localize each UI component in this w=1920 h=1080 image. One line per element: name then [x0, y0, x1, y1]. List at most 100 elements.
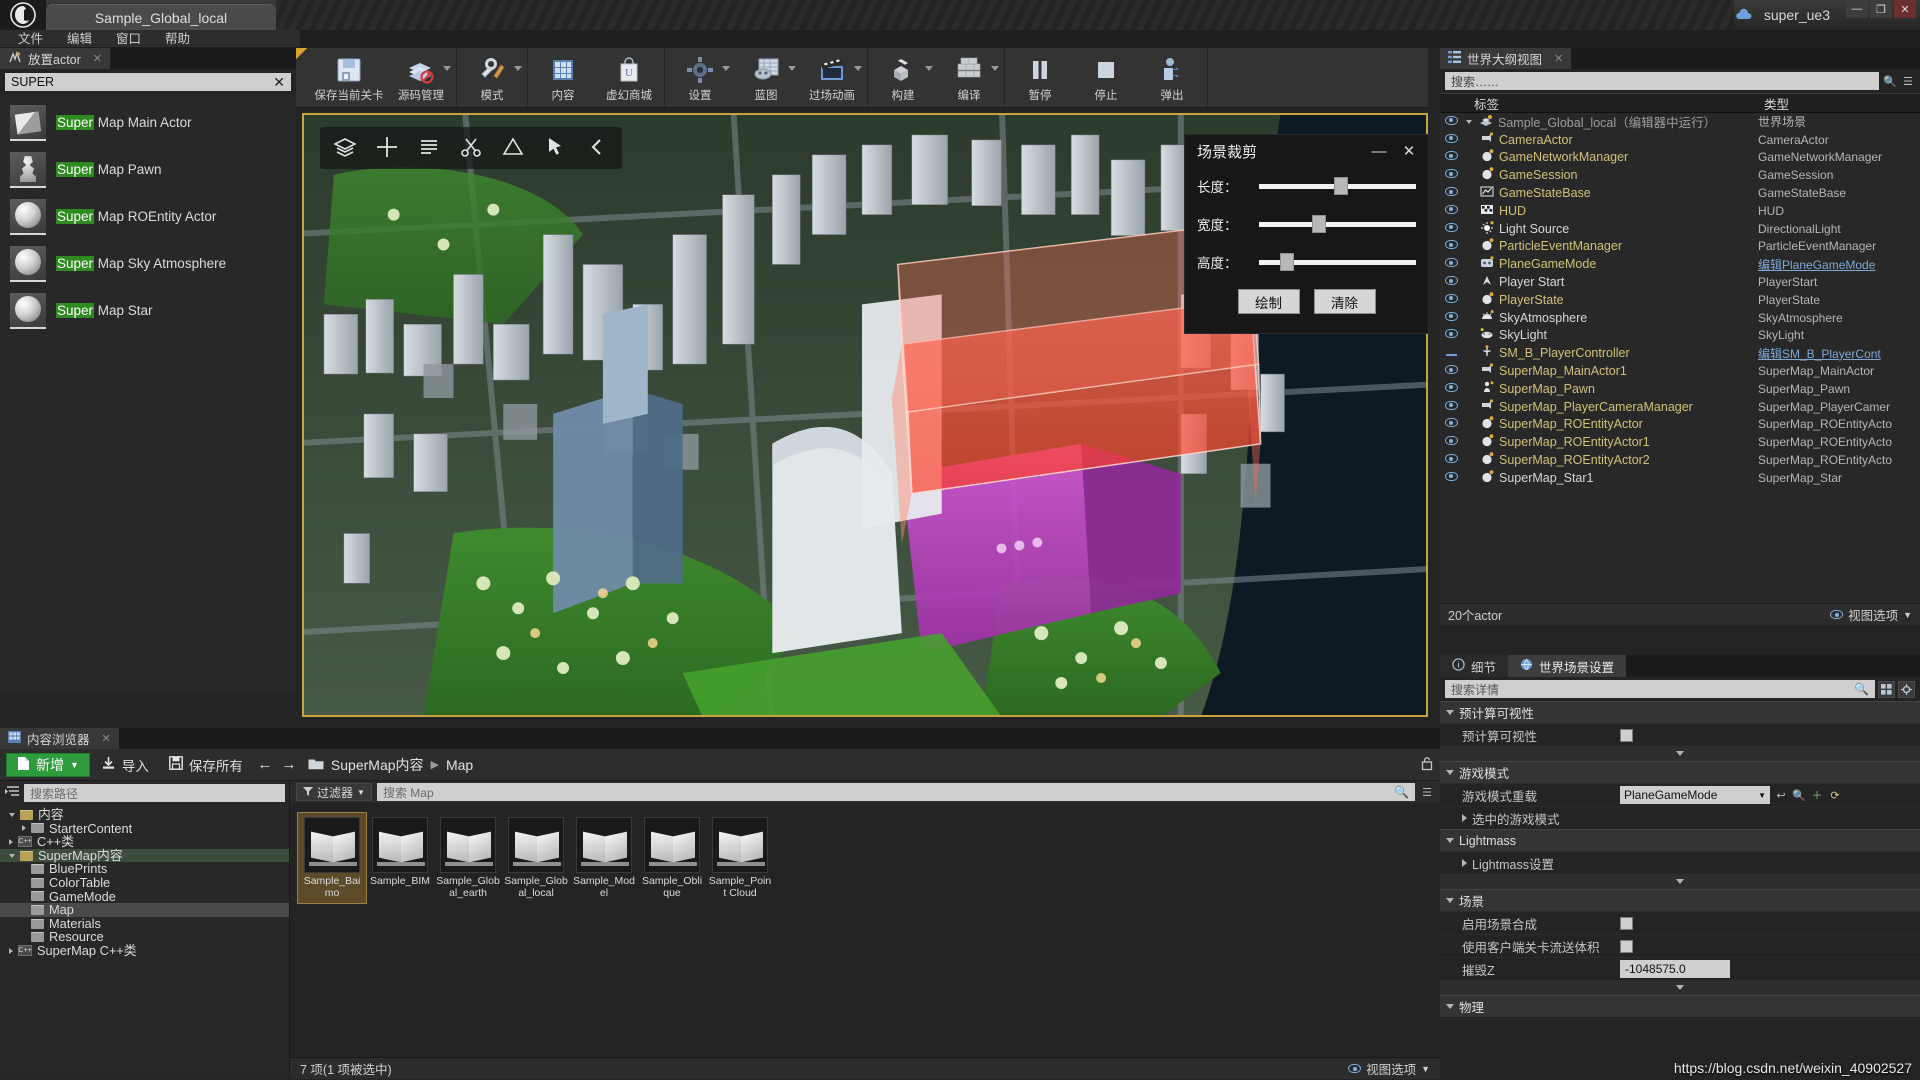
- details-tab-details[interactable]: i 细节: [1440, 655, 1509, 677]
- clip-slider-2[interactable]: [1259, 253, 1416, 271]
- visibility-toggle[interactable]: [1440, 222, 1462, 235]
- details-category-header[interactable]: 预计算可视性: [1440, 701, 1920, 723]
- toolbar-button-compile[interactable]: 编译: [936, 48, 1002, 107]
- search-icon[interactable]: 🔍: [1883, 74, 1897, 88]
- expander-icon[interactable]: [1446, 710, 1454, 715]
- expander-icon[interactable]: [1446, 898, 1454, 903]
- outliner-view-options-button[interactable]: 视图选项 ▼: [1830, 605, 1912, 624]
- section-expander[interactable]: [1440, 980, 1920, 995]
- minimize-button[interactable]: —: [1846, 0, 1868, 18]
- expander-icon[interactable]: [1466, 119, 1472, 124]
- outliner-row[interactable]: SkyAtmosphere SkyAtmosphere: [1440, 309, 1920, 327]
- place-actor-item[interactable]: Super Map Star: [0, 287, 296, 334]
- content-tree-item[interactable]: BluePrints: [0, 862, 289, 876]
- outliner-row[interactable]: SuperMap_ROEntityActor2 SuperMap_ROEntity…: [1440, 451, 1920, 469]
- visibility-eye-icon[interactable]: [1444, 204, 1458, 214]
- outliner-row[interactable]: SuperMap_ROEntityActor1 SuperMap_ROEntity…: [1440, 433, 1920, 451]
- asset-tile[interactable]: Sample_BIM: [366, 813, 434, 892]
- toolbar-button-eject[interactable]: 弹出: [1139, 48, 1205, 107]
- place-actor-item[interactable]: Super Map Pawn: [0, 146, 296, 193]
- visibility-eye-icon[interactable]: [1444, 293, 1458, 303]
- visibility-eye-icon[interactable]: [1444, 382, 1458, 392]
- place-actor-search-input[interactable]: SUPER ✕: [5, 73, 291, 91]
- expander-icon[interactable]: [22, 825, 26, 832]
- search-icon[interactable]: 🔍: [1854, 682, 1869, 696]
- outliner-row[interactable]: Sample_Global_local（编辑器中运行） 世界场景: [1440, 113, 1920, 131]
- content-tree[interactable]: 内容 StarterContent C++ C++类 SuperMap内容 BluePri…: [0, 805, 289, 958]
- visibility-eye-icon[interactable]: [1444, 471, 1458, 481]
- visibility-toggle[interactable]: [1440, 169, 1462, 181]
- visibility-eye-icon[interactable]: [1444, 276, 1458, 286]
- chevron-down-icon[interactable]: [991, 66, 999, 71]
- chevron-down-icon[interactable]: [722, 66, 730, 71]
- lock-icon[interactable]: [1420, 756, 1434, 774]
- details-category-header[interactable]: 场景: [1440, 889, 1920, 911]
- visibility-toggle[interactable]: [1440, 471, 1462, 484]
- search-icon[interactable]: 🔍: [1394, 785, 1409, 799]
- grid-view-icon[interactable]: [1878, 680, 1895, 698]
- outliner-row[interactable]: SuperMap_ROEntityActor SuperMap_ROEntityA…: [1440, 416, 1920, 434]
- add-new-button[interactable]: 新增 ▼: [6, 752, 90, 777]
- visibility-eye-icon[interactable]: [1444, 365, 1458, 375]
- content-tree-item[interactable]: Materials: [0, 917, 289, 931]
- visibility-eye-icon[interactable]: [1444, 454, 1458, 464]
- toolbar-button-save[interactable]: 保存当前关卡: [310, 48, 388, 107]
- outliner-row[interactable]: Light Source DirectionalLight: [1440, 220, 1920, 238]
- close-button[interactable]: ✕: [1894, 0, 1916, 18]
- outliner-row[interactable]: SuperMap_Star1 SuperMap_Star: [1440, 469, 1920, 487]
- visibility-toggle[interactable]: [1440, 293, 1462, 306]
- section-expander[interactable]: [1440, 746, 1920, 761]
- tab-content-browser[interactable]: 内容浏览器 ✕: [0, 728, 119, 749]
- path-search-input[interactable]: 搜索路径: [24, 784, 285, 802]
- place-actor-item[interactable]: Super Map Sky Atmosphere: [0, 240, 296, 287]
- visibility-eye-icon[interactable]: [1445, 354, 1457, 357]
- property-combo[interactable]: PlaneGameMode ▼: [1620, 786, 1770, 804]
- details-search-input[interactable]: 搜索详情 🔍: [1445, 680, 1875, 698]
- toolbar-button-blueprint[interactable]: 蓝图: [733, 48, 799, 107]
- expander-icon[interactable]: [9, 853, 15, 858]
- asset-tile[interactable]: Sample_Oblique: [638, 813, 706, 903]
- breadcrumb-item-0[interactable]: SuperMap内容: [331, 755, 424, 775]
- menu-edit[interactable]: 编辑: [55, 30, 104, 48]
- visibility-eye-icon[interactable]: [1444, 400, 1458, 410]
- visibility-toggle[interactable]: [1440, 204, 1462, 217]
- visibility-toggle[interactable]: [1440, 400, 1462, 413]
- outliner-row[interactable]: SuperMap_PlayerCameraManager SuperMap_Pla…: [1440, 398, 1920, 416]
- visibility-eye-icon[interactable]: [1444, 151, 1458, 161]
- import-button[interactable]: 导入: [92, 753, 158, 777]
- visibility-eye-icon[interactable]: [1444, 222, 1458, 232]
- visibility-toggle[interactable]: [1440, 436, 1462, 448]
- visibility-toggle[interactable]: [1440, 187, 1462, 199]
- chevron-down-icon[interactable]: [925, 66, 933, 71]
- expander-icon[interactable]: [9, 838, 13, 845]
- asset-tile[interactable]: Sample_Global_earth: [434, 813, 502, 903]
- outliner-row[interactable]: SuperMap_MainActor1 SuperMap_MainActor: [1440, 362, 1920, 380]
- chevron-down-icon[interactable]: [443, 66, 451, 71]
- menu-window[interactable]: 窗口: [104, 30, 153, 48]
- draw-button[interactable]: 绘制: [1237, 289, 1300, 314]
- viewport-tool-scissors[interactable]: [450, 129, 492, 167]
- details-category-header[interactable]: Lightmass: [1440, 829, 1920, 851]
- asset-grid[interactable]: Sample_Baimo Sample_BIM Sample_Global_eart…: [290, 803, 1440, 1057]
- toolbar-button-stop[interactable]: 停止: [1073, 48, 1139, 107]
- expander-icon[interactable]: [9, 947, 13, 954]
- visibility-toggle[interactable]: [1440, 347, 1462, 359]
- close-icon[interactable]: ✕: [93, 52, 102, 65]
- visibility-eye-icon[interactable]: [1444, 436, 1458, 446]
- settings-icon[interactable]: ☰: [1901, 74, 1915, 88]
- asset-tile[interactable]: Sample_Global_local: [502, 813, 570, 903]
- outliner-row[interactable]: ParticleEventManager ParticleEventManager: [1440, 238, 1920, 256]
- outliner-row[interactable]: Player Start PlayerStart: [1440, 273, 1920, 291]
- visibility-toggle[interactable]: [1440, 311, 1462, 324]
- visibility-toggle[interactable]: [1440, 329, 1462, 341]
- details-tab-world-settings[interactable]: 世界场景设置: [1508, 655, 1627, 677]
- visibility-eye-icon[interactable]: [1444, 187, 1458, 197]
- viewport-tool-move[interactable]: [366, 129, 408, 167]
- outliner-row-type[interactable]: 编辑PlaneGameMode: [1758, 256, 1920, 273]
- toolbar-button-cinematics[interactable]: 过场动画: [799, 48, 865, 107]
- toolbar-button-content[interactable]: 内容: [530, 48, 596, 107]
- viewport-tool-chevron-left[interactable]: [576, 129, 618, 167]
- property-checkbox[interactable]: [1620, 728, 1633, 742]
- toolbar-button-build[interactable]: 构建: [870, 48, 936, 107]
- close-icon[interactable]: ✕: [102, 732, 111, 745]
